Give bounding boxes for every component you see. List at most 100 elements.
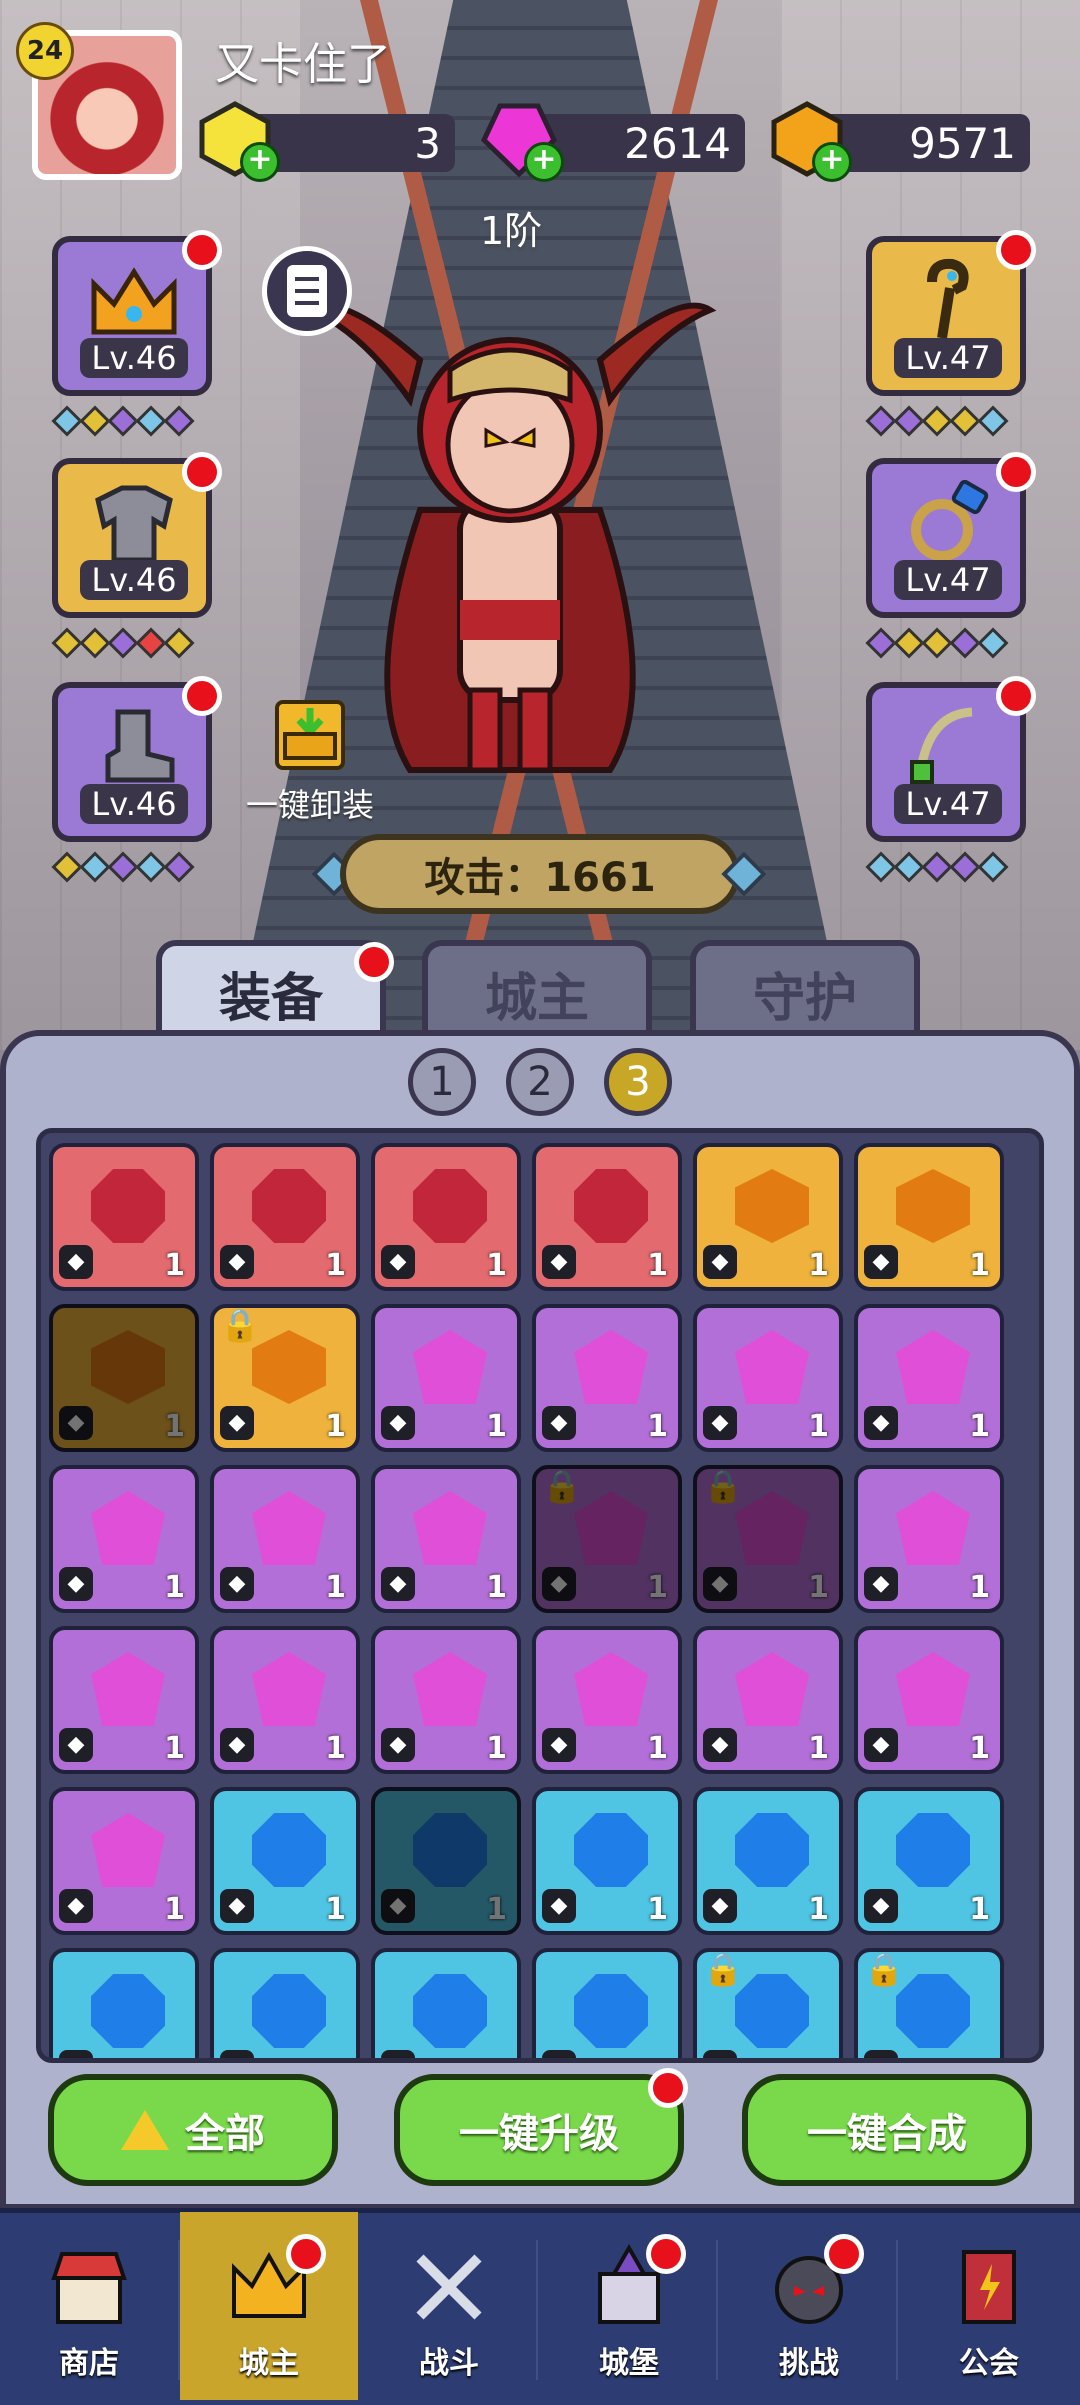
inventory-slot[interactable]: ◆ 1 <box>49 1304 199 1452</box>
inventory-slot[interactable]: ◆ 1 <box>854 1465 1004 1613</box>
inventory-slot[interactable]: ◆ 1 <box>532 1304 682 1452</box>
inventory-slot[interactable]: ◆ 1 <box>371 1304 521 1452</box>
inventory-slot[interactable]: ◆ <box>210 1948 360 2058</box>
nav-battle[interactable]: 战斗 <box>360 2212 538 2400</box>
inventory-slot[interactable]: ◆🔒 <box>693 1948 843 2058</box>
inventory-slot[interactable]: ◆ 1 <box>532 1787 682 1935</box>
inventory-slot[interactable]: ◆ 1 <box>210 1143 360 1291</box>
inventory-slot[interactable]: ◆ <box>371 1948 521 2058</box>
inventory-slot[interactable]: ◆ 1 <box>854 1143 1004 1291</box>
inventory-slot[interactable]: ◆ 1 <box>371 1465 521 1613</box>
red-gem-icon <box>91 1169 165 1243</box>
equip-slot-armor[interactable]: Lv.46 <box>52 452 222 618</box>
item-quantity: 1 <box>808 1892 829 1927</box>
inventory-slot[interactable]: ◆ <box>532 1948 682 2058</box>
equip-slot-necklace[interactable]: Lv.47 <box>866 676 1036 842</box>
inventory-slot[interactable]: ◆ 1 <box>854 1787 1004 1935</box>
page-button-1[interactable]: 1 <box>408 1048 476 1116</box>
inventory-slot[interactable]: ◆ 1 <box>693 1626 843 1774</box>
nav-divider <box>716 2240 718 2380</box>
inventory-slot[interactable]: ◆ 1 <box>532 1143 682 1291</box>
inventory-slot[interactable]: ◆ 1 🔒 <box>210 1304 360 1452</box>
item-quantity: 1 <box>808 1409 829 1444</box>
unequip-chest-icon[interactable] <box>275 700 345 770</box>
hero-info-scroll-button[interactable] <box>262 246 352 336</box>
add-gold-coin-button[interactable]: + <box>812 142 852 182</box>
pink-crystal-icon[interactable]: + <box>480 100 564 182</box>
item-quantity: 1 <box>325 1892 346 1927</box>
inventory-slot[interactable]: ◆ 1 <box>210 1465 360 1613</box>
item-quantity: 1 <box>808 1731 829 1766</box>
item-quantity: 1 <box>325 1248 346 1283</box>
player-name: 又卡住了 <box>215 39 391 90</box>
lock-icon: 🔒 <box>703 1950 743 1988</box>
equip-slot-staff[interactable]: Lv.47 <box>866 230 1036 396</box>
item-quantity: 1 <box>969 1731 990 1766</box>
add-pink-crystal-button[interactable]: + <box>524 142 564 182</box>
equip-slot-ring[interactable]: Lv.47 <box>866 452 1036 618</box>
yellow-gem-icon[interactable]: + <box>196 100 280 182</box>
nav-lord[interactable]: 城主 <box>180 2212 358 2400</box>
hero-tier: 1阶 <box>480 209 543 253</box>
inventory-slot[interactable]: ◆ 1 <box>371 1626 521 1774</box>
nav-shop[interactable]: 商店 <box>0 2212 178 2400</box>
equip-slot-boots[interactable]: Lv.46 <box>52 676 222 842</box>
blue-gem-icon <box>413 1813 487 1887</box>
blue-gem-icon <box>91 1974 165 2048</box>
add-yellow-gem-button[interactable]: + <box>240 142 280 182</box>
inventory-slot[interactable]: ◆ 1 <box>693 1143 843 1291</box>
inventory-slot[interactable]: ◆ 1 <box>49 1787 199 1935</box>
inventory-slot[interactable]: ◆ 1 <box>693 1304 843 1452</box>
orange-gem-icon <box>896 1169 970 1243</box>
blue-gem-icon <box>735 1813 809 1887</box>
purple-gem-icon <box>252 1491 326 1565</box>
item-quantity: 1 <box>647 1248 668 1283</box>
unequip-all-label[interactable]: 一键卸装 <box>240 780 380 826</box>
nav-challenge[interactable]: 挑战 <box>720 2212 898 2400</box>
inventory-slot[interactable]: ◆ 1 <box>49 1626 199 1774</box>
scroll-icon <box>287 265 327 317</box>
inventory-slot[interactable]: ◆ 1 <box>532 1626 682 1774</box>
gold-coin-icon[interactable]: + <box>768 100 852 182</box>
purple-gem-icon <box>735 1330 809 1404</box>
tab-guardian[interactable]: 守护 <box>690 940 920 1040</box>
equip-type-icon: ◆ <box>864 1406 898 1440</box>
equip-type-icon: ◆ <box>542 1245 576 1279</box>
inventory-slot[interactable]: ◆ 1 🔒 <box>693 1465 843 1613</box>
triangle-icon <box>121 2110 169 2150</box>
inventory-slot[interactable]: ◆🔒 <box>854 1948 1004 2058</box>
notification-dot <box>996 676 1036 716</box>
inventory-slot[interactable]: ◆ 1 <box>854 1626 1004 1774</box>
inventory-slot[interactable]: ◆ 1 🔒 <box>532 1465 682 1613</box>
inventory-slot[interactable]: ◆ 1 <box>210 1787 360 1935</box>
merge-all-button[interactable]: 一键合成 <box>742 2074 1032 2186</box>
page-button-3[interactable]: 3 <box>604 1048 672 1116</box>
tab-equipment[interactable]: 装备 <box>156 940 386 1040</box>
inventory-slot[interactable]: ◆ <box>49 1948 199 2058</box>
tab-lord[interactable]: 城主 <box>422 940 652 1040</box>
nav-guild[interactable]: 公会 <box>900 2212 1078 2400</box>
equip-type-icon: ◆ <box>59 1567 93 1601</box>
notification-dot <box>354 942 394 982</box>
purple-gem-icon <box>896 1652 970 1726</box>
equip-type-icon: ◆ <box>220 1728 254 1762</box>
item-quantity: 1 <box>969 1409 990 1444</box>
show-all-button[interactable]: 全部 <box>48 2074 338 2186</box>
inventory-slot[interactable]: ◆ 1 <box>49 1143 199 1291</box>
nav-label: 公会 <box>959 2346 1019 2381</box>
blue-gem-icon <box>413 1974 487 2048</box>
item-quantity: 1 <box>647 1570 668 1605</box>
notification-dot <box>824 2234 864 2274</box>
hero-character[interactable] <box>300 270 720 790</box>
nav-label: 城堡 <box>599 2346 659 2381</box>
inventory-slot[interactable]: ◆ 1 <box>371 1787 521 1935</box>
nav-castle[interactable]: 城堡 <box>540 2212 718 2400</box>
inventory-slot[interactable]: ◆ 1 <box>854 1304 1004 1452</box>
inventory-slot[interactable]: ◆ 1 <box>371 1143 521 1291</box>
inventory-slot[interactable]: ◆ 1 <box>210 1626 360 1774</box>
inventory-slot[interactable]: ◆ 1 <box>49 1465 199 1613</box>
inventory-slot[interactable]: ◆ 1 <box>693 1787 843 1935</box>
equip-slot-crown[interactable]: Lv.46 <box>52 230 222 396</box>
upgrade-all-button[interactable]: 一键升级 <box>394 2074 684 2186</box>
page-button-2[interactable]: 2 <box>506 1048 574 1116</box>
